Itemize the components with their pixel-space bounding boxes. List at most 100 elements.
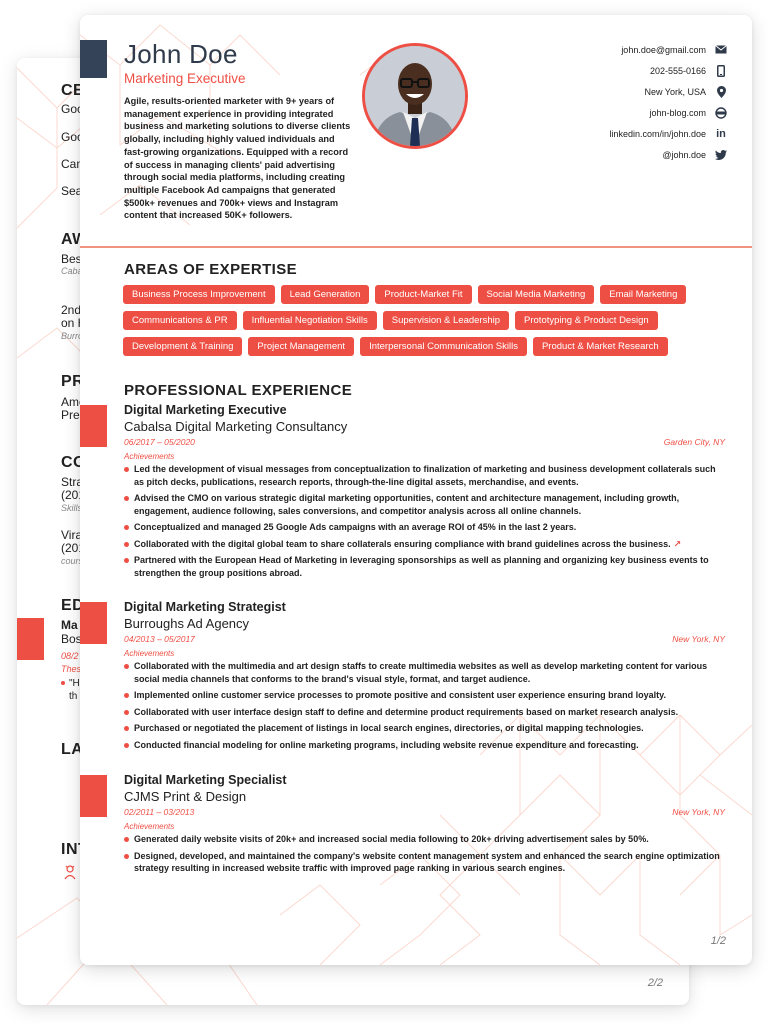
contact-location: New York, USA — [508, 81, 728, 102]
resume-page-1: John Doe Marketing Executive Agile, resu… — [80, 15, 752, 965]
contact-email[interactable]: john.doe@gmail.com — [508, 39, 728, 60]
achievement-list: Generated daily website visits of 20k+ a… — [124, 833, 724, 879]
achievement-text: Collaborated with the multimedia and art… — [134, 661, 708, 684]
achievement-text: Implemented online customer service proc… — [134, 690, 666, 700]
achievement-item: Conducted financial modeling for online … — [124, 739, 724, 752]
tag-row: Business Process Improvement Lead Genera… — [123, 285, 723, 304]
expertise-tag[interactable]: Development & Training — [123, 337, 243, 356]
education-marker — [17, 618, 44, 660]
job-title: Digital Marketing Executive — [124, 403, 287, 417]
achievement-text: Advised the CMO on various strategic dig… — [134, 493, 680, 516]
job-location: New York, NY — [672, 807, 725, 817]
job-dates: 04/2013 – 05/2017 — [124, 634, 195, 644]
achievement-item: Generated daily website visits of 20k+ a… — [124, 833, 724, 846]
contact-website-text: john-blog.com — [649, 107, 706, 118]
expertise-tag[interactable]: Supervision & Leadership — [382, 311, 510, 330]
achievement-text: Partnered with the European Head of Mark… — [134, 555, 709, 578]
summary-text: Agile, results-oriented marketer with 9+… — [124, 96, 351, 221]
achievements-label: Achievements — [124, 822, 175, 831]
job-entry: Digital Marketing Specialist CJMS Print … — [80, 773, 752, 893]
thesis-text-cont: th — [69, 691, 78, 702]
expertise-tag[interactable]: Influential Negotiation Skills — [242, 311, 377, 330]
contact-email-text: john.doe@gmail.com — [621, 44, 706, 55]
contact-phone-text: 202-555-0166 — [649, 65, 706, 76]
achievement-text: Designed, developed, and maintained the … — [134, 850, 720, 874]
achievement-item: Advised the CMO on various strategic dig… — [124, 492, 724, 517]
expertise-tags: Business Process Improvement Lead Genera… — [123, 285, 723, 363]
achievement-text: Conducted financial modeling for online … — [134, 739, 639, 750]
contact-linkedin[interactable]: linkedin.com/in/john.doe in — [508, 123, 728, 144]
job-entry: Digital Marketing Executive Cabalsa Digi… — [80, 403, 752, 603]
page-number: 1/2 — [710, 935, 726, 947]
job-dates: 06/2017 – 05/2020 — [124, 437, 195, 447]
expertise-tag[interactable]: Email Marketing — [600, 285, 687, 304]
achievement-item: Designed, developed, and maintained the … — [124, 850, 724, 875]
job-company: CJMS Print & Design — [124, 789, 247, 804]
job-company: Cabalsa Digital Marketing Consultancy — [124, 419, 348, 434]
linkedin-icon: in — [716, 127, 726, 140]
achievement-item: Led the development of visual messages f… — [124, 463, 724, 488]
expertise-tag[interactable]: Social Media Marketing — [477, 285, 595, 304]
bullet-dot — [61, 681, 65, 685]
course-note: Skills — [61, 503, 83, 513]
achievements-label: Achievements — [124, 452, 175, 461]
thesis-text: "H — [69, 678, 80, 689]
expertise-tag[interactable]: Business Process Improvement — [123, 285, 275, 304]
expertise-tag[interactable]: Prototyping & Product Design — [515, 311, 658, 330]
job-entry: Digital Marketing Strategist Burroughs A… — [80, 600, 752, 770]
contact-location-text: New York, USA — [644, 86, 706, 97]
tag-row: Communications & PR Influential Negotiat… — [123, 311, 723, 330]
email-icon — [714, 45, 728, 54]
candidate-name: John Doe — [124, 39, 238, 69]
expertise-tag[interactable]: Interpersonal Communication Skills — [360, 337, 527, 356]
contact-twitter[interactable]: @john.doe — [508, 144, 728, 165]
achievement-item: Purchased or negotiated the placement of… — [124, 722, 724, 735]
contact-phone[interactable]: 202-555-0166 — [508, 60, 728, 81]
profile-photo — [362, 43, 468, 149]
location-pin-icon — [714, 85, 728, 98]
job-marker — [80, 775, 107, 817]
achievement-list: Led the development of visual messages f… — [124, 463, 724, 583]
expertise-tag[interactable]: Project Management — [248, 337, 355, 356]
job-location: New York, NY — [672, 634, 725, 644]
expertise-tag[interactable]: Product & Market Research — [532, 337, 668, 356]
achievement-text: Collaborated with the digital global tea… — [134, 538, 671, 549]
external-link-icon[interactable]: ↗ — [674, 539, 682, 549]
job-title: Digital Marketing Specialist — [124, 773, 287, 787]
achievement-text: Conceptualized and managed 25 Google Ads… — [134, 522, 577, 532]
person-photo-illustration — [365, 46, 465, 146]
education-dates: 08/2 — [61, 651, 79, 661]
job-dates: 02/2011 – 03/2013 — [124, 807, 195, 817]
achievement-text: Generated daily website visits of 20k+ a… — [134, 834, 649, 844]
contact-list: john.doe@gmail.com 202-555-0166 New York… — [508, 39, 728, 165]
contact-linkedin-text: linkedin.com/in/john.doe — [609, 128, 706, 139]
expertise-heading: AREAS OF EXPERTISE — [124, 261, 298, 278]
job-location: Garden City, NY — [663, 437, 725, 447]
experience-heading: PROFESSIONAL EXPERIENCE — [124, 382, 353, 399]
achievement-item: Collaborated with the multimedia and art… — [124, 660, 724, 685]
achievement-text: Led the development of visual messages f… — [134, 464, 716, 487]
expertise-tag[interactable]: Lead Generation — [280, 285, 370, 304]
thesis-label: Thes — [61, 664, 82, 674]
achievements-label: Achievements — [124, 649, 175, 658]
achievement-text: Purchased or negotiated the placement of… — [134, 723, 644, 733]
job-marker — [80, 602, 107, 644]
achievement-item: Collaborated with the digital global tea… — [124, 538, 724, 551]
achievement-list: Collaborated with the multimedia and art… — [124, 660, 724, 755]
degree-title: Ma — [61, 618, 78, 632]
job-title: Digital Marketing Strategist — [124, 600, 286, 614]
header-divider — [80, 246, 752, 248]
globe-icon — [714, 106, 728, 119]
achievement-item: Conceptualized and managed 25 Google Ads… — [124, 521, 724, 534]
contact-website[interactable]: john-blog.com — [508, 102, 728, 123]
expertise-tag[interactable]: Communications & PR — [123, 311, 237, 330]
tag-row: Development & Training Project Managemen… — [123, 337, 723, 356]
job-marker — [80, 405, 107, 447]
achievement-item: Implemented online customer service proc… — [124, 689, 724, 702]
achievement-item: Partnered with the European Head of Mark… — [124, 554, 724, 579]
achievement-text: Collaborated with user interface design … — [134, 706, 679, 717]
contact-twitter-text: @john.doe — [662, 149, 706, 160]
candidate-role: Marketing Executive — [124, 71, 246, 86]
expertise-tag[interactable]: Product-Market Fit — [375, 285, 472, 304]
phone-icon — [714, 64, 728, 77]
